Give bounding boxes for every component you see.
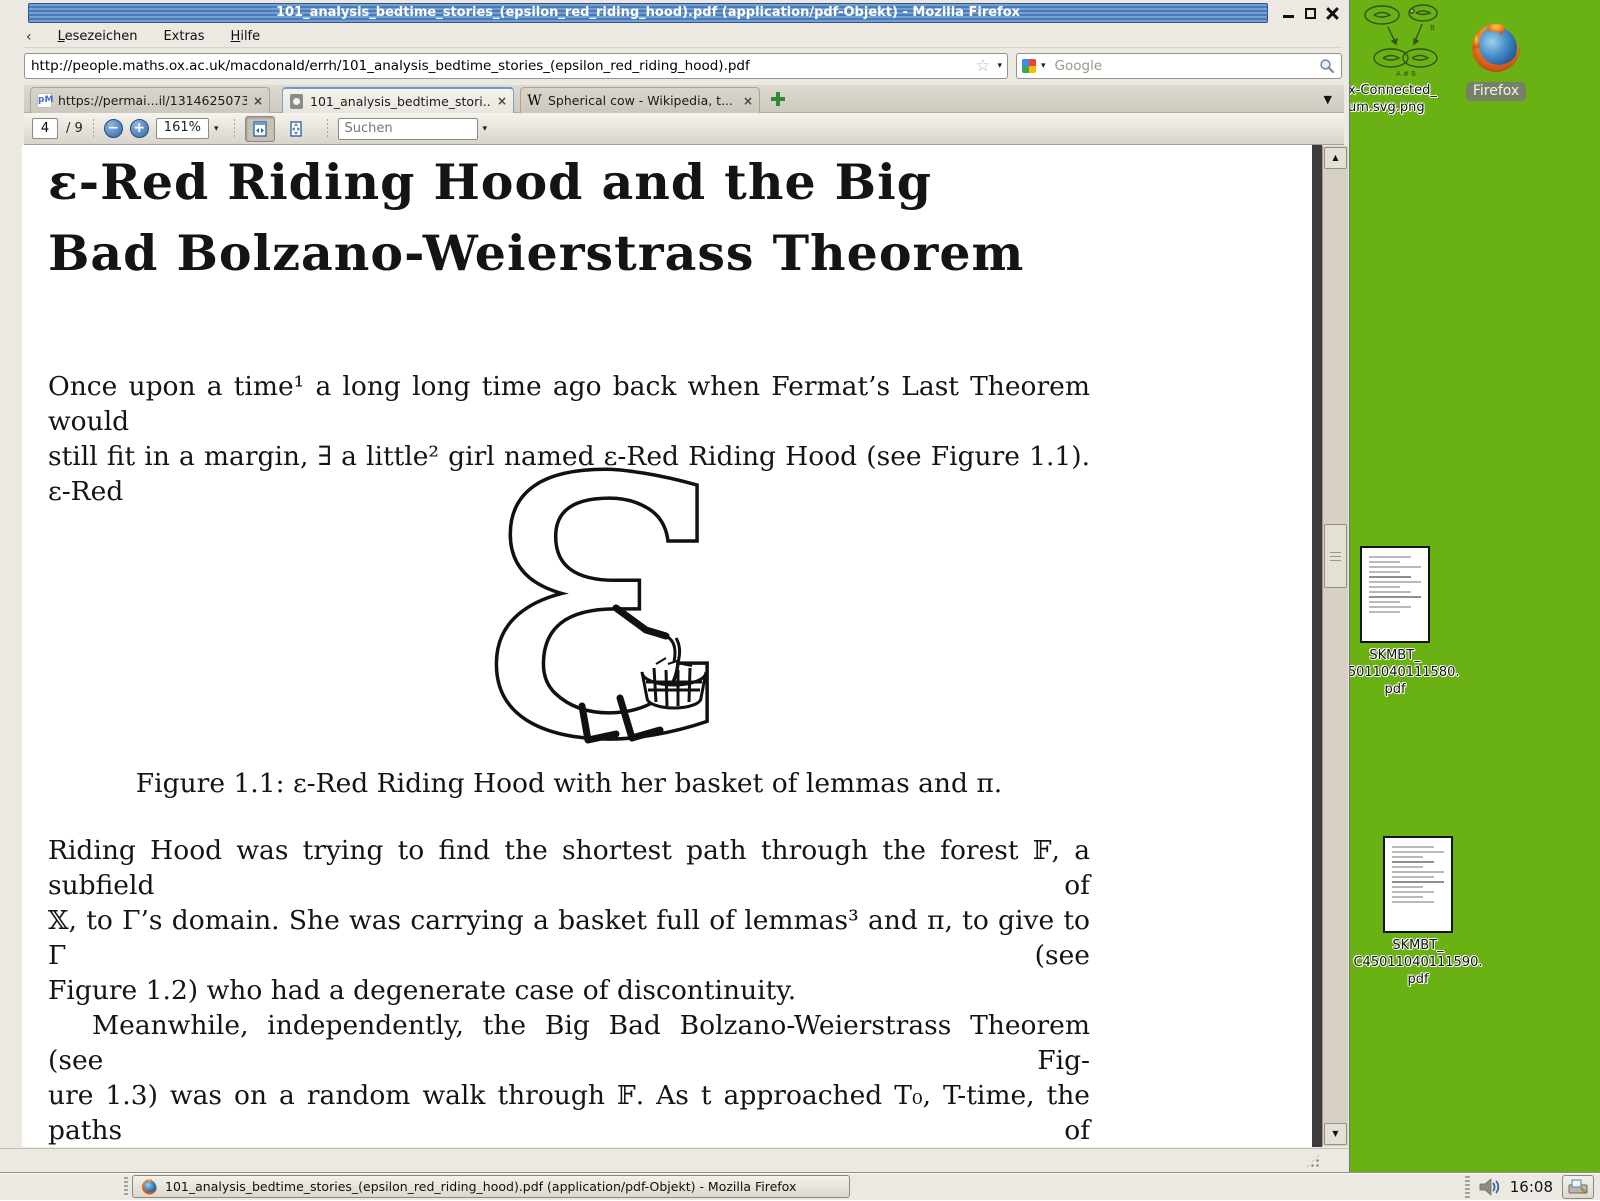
vertical-scrollbar[interactable]: ▲ ▼ bbox=[1322, 146, 1348, 1146]
scrollbar-thumb[interactable] bbox=[1324, 524, 1347, 588]
pdf-toolbar: / 9 − + 161% ▾ bbox=[24, 113, 1344, 145]
system-tray: 16:08 bbox=[1465, 1173, 1594, 1201]
search-magnifier-icon[interactable] bbox=[1319, 58, 1335, 74]
zoom-out-button[interactable]: − bbox=[104, 119, 123, 138]
tab-spherical-cow[interactable]: W Spherical cow - Wikipedia, t... × bbox=[520, 87, 760, 113]
icon-label-line: SKMBT_ bbox=[1348, 937, 1488, 954]
desktop-icon-connected-sum[interactable]: B A # B x-Connected_ um.svg.png bbox=[1348, 2, 1464, 116]
zoom-level-box[interactable]: 161% bbox=[156, 118, 209, 139]
desktop: B A # B x-Connected_ um.svg.png Firefox bbox=[0, 0, 1600, 1200]
close-icon[interactable] bbox=[1326, 7, 1339, 20]
engine-dropdown-caret-icon[interactable]: ▾ bbox=[1036, 61, 1051, 71]
find-dropdown-caret-icon[interactable]: ▾ bbox=[478, 124, 493, 134]
tab-label: Spherical cow - Wikipedia, t... bbox=[548, 93, 737, 108]
volume-speaker-icon[interactable] bbox=[1479, 1178, 1501, 1196]
annotation-a-sum-b: A # B bbox=[1396, 70, 1416, 78]
maximize-icon[interactable] bbox=[1304, 7, 1317, 20]
minimize-icon[interactable] bbox=[1282, 7, 1295, 20]
body-text: Riding Hood was trying to find the short… bbox=[48, 833, 1090, 1147]
pdf-page: ε-Red Riding Hood and the Big Bad Bolzan… bbox=[22, 145, 1312, 1147]
taskbar-window-button[interactable]: 101_analysis_bedtime_stories_(epsilon_re… bbox=[132, 1175, 850, 1198]
show-desktop-icon bbox=[1568, 1179, 1588, 1195]
tab-permalink[interactable]: pM https://permai...il/1314625073 × bbox=[30, 87, 270, 113]
tab-label: https://permai...il/1314625073 bbox=[58, 93, 247, 108]
tray-grip-icon bbox=[1465, 1176, 1470, 1198]
icon-label-line: x-Connected_ bbox=[1348, 82, 1464, 99]
scroll-down-arrow-icon[interactable]: ▼ bbox=[1324, 1123, 1347, 1145]
navigation-bar: ☆ ▾ ▾ bbox=[24, 51, 1344, 81]
taskbar: 101_analysis_bedtime_stories_(epsilon_re… bbox=[0, 1172, 1600, 1200]
tab-close-icon[interactable]: × bbox=[743, 94, 753, 108]
fit-page-button[interactable] bbox=[281, 116, 311, 142]
document-title: ε-Red Riding Hood and the Big Bad Bolzan… bbox=[48, 147, 1024, 289]
page-number-input[interactable] bbox=[33, 119, 57, 138]
bookmark-star-icon[interactable]: ☆ bbox=[973, 56, 992, 76]
tab-label: 101_analysis_bedtime_stori... bbox=[310, 94, 491, 109]
icon-label: Firefox bbox=[1466, 82, 1526, 101]
menu-hilfe[interactable]: Hilfe bbox=[231, 29, 261, 44]
menu-overflow-arrow-icon[interactable]: ‹ bbox=[26, 29, 32, 45]
clock[interactable]: 16:08 bbox=[1510, 1178, 1553, 1196]
firefox-icon bbox=[1469, 20, 1523, 74]
annotation-b: B bbox=[1430, 24, 1435, 32]
icon-label-line: pdf bbox=[1348, 971, 1488, 988]
search-input[interactable] bbox=[1051, 58, 1319, 74]
fit-width-icon bbox=[251, 120, 269, 138]
tab-close-icon[interactable]: × bbox=[497, 94, 507, 108]
menubar: ‹ Lesezeichen Extras Hilfe bbox=[24, 26, 1342, 48]
permail-favicon: pM bbox=[37, 93, 52, 108]
tab-list-caret-icon[interactable]: ▼ bbox=[1324, 93, 1332, 106]
status-bar bbox=[0, 1148, 1349, 1172]
tab-pdf-active[interactable]: 101_analysis_bedtime_stori... × bbox=[282, 87, 514, 113]
pdf-search-input[interactable] bbox=[339, 119, 477, 139]
epsilon-riding-hood-figure: ε bbox=[470, 450, 710, 750]
toolbar-separator bbox=[93, 119, 94, 139]
firefox-task-icon bbox=[141, 1178, 158, 1195]
url-bar: ☆ ▾ bbox=[24, 53, 1008, 79]
pdf-thumbnail bbox=[1360, 546, 1430, 643]
fit-width-button[interactable] bbox=[245, 116, 275, 142]
tab-close-icon[interactable]: × bbox=[253, 94, 263, 108]
task-grip-icon bbox=[124, 1177, 128, 1197]
pdf-thumbnail bbox=[1383, 836, 1453, 933]
window-titlebar[interactable]: 101_analysis_bedtime_stories_(epsilon_re… bbox=[28, 3, 1268, 23]
wikipedia-favicon: W bbox=[527, 93, 541, 109]
scroll-up-arrow-icon[interactable]: ▲ bbox=[1324, 147, 1347, 169]
icon-label-line: C45011040111590. bbox=[1348, 954, 1488, 971]
desktop-icon-pdf2[interactable]: SKMBT_ C45011040111590. pdf bbox=[1348, 836, 1488, 988]
pdf-page-edge bbox=[1312, 145, 1322, 1147]
fit-page-icon bbox=[287, 120, 305, 138]
google-engine-icon[interactable] bbox=[1022, 59, 1036, 73]
menu-extras[interactable]: Extras bbox=[163, 29, 204, 44]
pdf-document-favicon bbox=[290, 94, 303, 109]
desktop-icon-firefox[interactable]: Firefox bbox=[1450, 20, 1542, 101]
pdf-search-field bbox=[338, 118, 478, 140]
url-dropdown-caret-icon[interactable]: ▾ bbox=[992, 61, 1007, 71]
page-count-label: / 9 bbox=[66, 121, 83, 136]
icon-label-line: um.svg.png bbox=[1348, 99, 1464, 116]
toolbar-separator bbox=[234, 119, 235, 139]
new-tab-plus-icon[interactable] bbox=[770, 91, 786, 107]
resize-grip-icon[interactable] bbox=[1305, 1153, 1321, 1169]
task-label: 101_analysis_bedtime_stories_(epsilon_re… bbox=[165, 1179, 796, 1194]
connected-sum-thumbnail: B A # B bbox=[1360, 2, 1452, 78]
menu-lesezeichen[interactable]: Lesezeichen bbox=[58, 29, 138, 44]
zoom-in-button[interactable]: + bbox=[130, 119, 149, 138]
firefox-window: 101_analysis_bedtime_stories_(epsilon_re… bbox=[0, 0, 1350, 1172]
show-desktop-button[interactable] bbox=[1562, 1175, 1594, 1199]
zoom-dropdown-caret-icon[interactable]: ▾ bbox=[209, 124, 224, 134]
tab-bar: pM https://permai...il/1314625073 × 101_… bbox=[24, 85, 1344, 113]
toolbar-separator bbox=[327, 119, 328, 139]
search-bar: ▾ bbox=[1016, 53, 1342, 79]
figure-caption: Figure 1.1: ε-Red Riding Hood with her b… bbox=[48, 768, 1090, 799]
url-input[interactable] bbox=[25, 58, 973, 74]
page-number-field bbox=[32, 118, 58, 139]
window-controls bbox=[1282, 4, 1339, 22]
